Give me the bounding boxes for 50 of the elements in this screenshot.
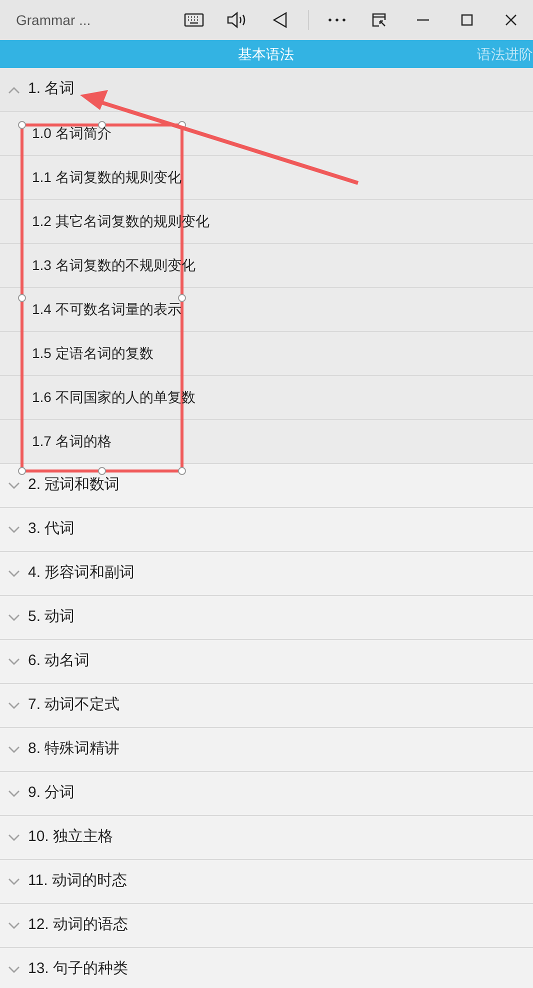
group-label: 1. 名词: [28, 79, 75, 100]
group-row[interactable]: 2. 冠词和数词: [0, 464, 533, 508]
group-row[interactable]: 8. 特殊词精讲: [0, 728, 533, 772]
chevron-down-icon: [8, 482, 20, 490]
keyboard-icon[interactable]: [184, 13, 204, 27]
back-triangle-icon[interactable]: [272, 11, 288, 29]
window-title: Grammar ...: [16, 10, 91, 30]
window-pointer-icon[interactable]: [371, 12, 387, 28]
topic-label: 1.7 名词的格: [32, 432, 112, 451]
chevron-down-icon: [8, 746, 20, 754]
group-row[interactable]: 7. 动词不定式: [0, 684, 533, 728]
group-row[interactable]: 9. 分词: [0, 772, 533, 816]
group-row[interactable]: 10. 独立主格: [0, 816, 533, 860]
group-label: 4. 形容词和副词: [28, 563, 135, 584]
chevron-up-icon: [8, 86, 20, 94]
topic-label: 1.5 定语名词的复数: [32, 344, 154, 363]
group-row[interactable]: 3. 代词: [0, 508, 533, 552]
chevron-down-icon: [8, 658, 20, 666]
chevron-down-icon: [8, 526, 20, 534]
group-label: 13. 句子的种类: [28, 959, 128, 980]
chevron-down-icon: [8, 878, 20, 886]
group-row[interactable]: 6. 动名词: [0, 640, 533, 684]
chevron-down-icon: [8, 922, 20, 930]
chevron-down-icon: [8, 614, 20, 622]
group-label: 10. 独立主格: [28, 827, 114, 848]
minimize-icon[interactable]: [417, 19, 429, 21]
group-label: 9. 分词: [28, 783, 75, 804]
group-row[interactable]: 5. 动词: [0, 596, 533, 640]
group-row[interactable]: 4. 形容词和副词: [0, 552, 533, 596]
group-label: 11. 动词的时态: [28, 871, 127, 892]
speaker-icon[interactable]: [226, 11, 248, 29]
maximize-icon[interactable]: [461, 14, 473, 26]
group-row[interactable]: 12. 动词的语态: [0, 904, 533, 948]
chevron-down-icon: [8, 790, 20, 798]
more-icon[interactable]: [327, 18, 347, 22]
group-label: 5. 动词: [28, 607, 75, 628]
chevron-down-icon: [8, 702, 20, 710]
group-label: 8. 特殊词精讲: [28, 739, 120, 760]
chevron-down-icon: [8, 966, 20, 974]
chevron-down-icon: [8, 570, 20, 578]
group-row[interactable]: 11. 动词的时态: [0, 860, 533, 904]
group-label: 6. 动名词: [28, 651, 90, 672]
group-label: 12. 动词的语态: [28, 915, 128, 936]
group-label: 3. 代词: [28, 519, 75, 540]
group-row[interactable]: 13. 句子的种类: [0, 948, 533, 988]
group-label: 2. 冠词和数词: [28, 475, 120, 496]
topic-label: 1.0 名词简介: [32, 124, 112, 143]
chevron-down-icon: [8, 834, 20, 842]
close-icon[interactable]: [505, 14, 517, 26]
group-label: 7. 动词不定式: [28, 695, 120, 716]
